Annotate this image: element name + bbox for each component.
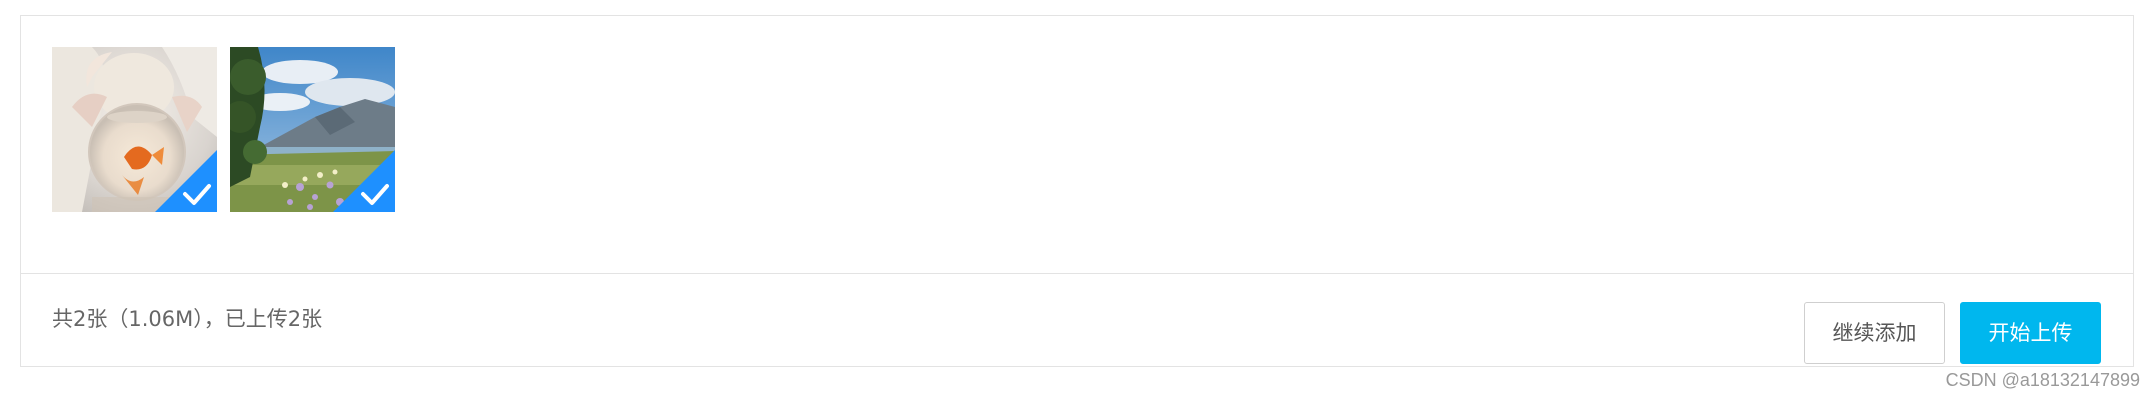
file-thumbnail-2[interactable] [230, 47, 395, 212]
start-upload-button[interactable]: 开始上传 [1960, 302, 2101, 364]
uploaded-check-icon [155, 150, 217, 212]
watermark-text: CSDN @a18132147899 [1945, 370, 2140, 390]
uploaded-check-icon [333, 150, 395, 212]
file-thumbnail-1[interactable] [52, 47, 217, 212]
upload-status-text: 共2张（1.06M），已上传2张 [52, 307, 323, 331]
add-more-button[interactable]: 继续添加 [1804, 302, 1945, 364]
file-list [21, 16, 2133, 274]
status-bar: 共2张（1.06M），已上传2张 继续添加 开始上传 [21, 273, 2133, 366]
image-uploader: 共2张（1.06M），已上传2张 继续添加 开始上传 [20, 15, 2134, 367]
